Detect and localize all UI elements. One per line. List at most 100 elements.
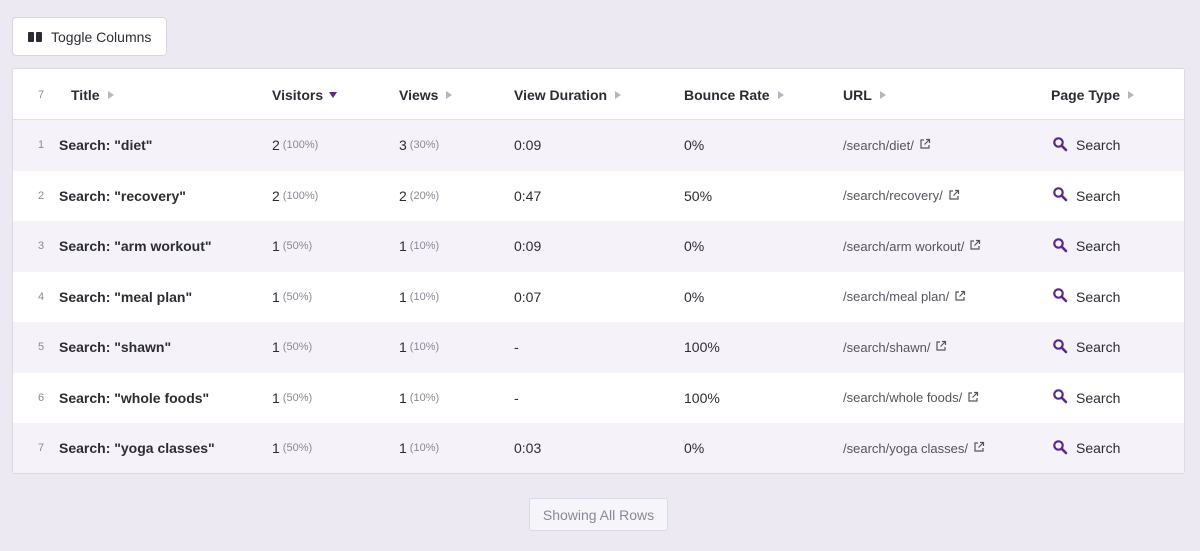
view-duration-cell: -: [514, 389, 519, 406]
views-value: 1: [399, 238, 407, 255]
table-row: 6 Search: "whole foods" 1 (50%) 1 (10%) …: [13, 372, 1184, 424]
page-type-label: Search: [1076, 137, 1121, 154]
views-percent: (10%): [409, 290, 440, 303]
view-duration-cell: -: [514, 339, 519, 356]
search-icon: [1052, 136, 1068, 155]
views-percent: (30%): [409, 139, 440, 152]
visitors-value: 1: [272, 440, 280, 457]
search-icon: [1052, 287, 1068, 306]
view-duration-cell: 0:09: [514, 238, 542, 255]
table-header: 7 Title Visitors Views View Duration Bou…: [13, 69, 1184, 120]
views-cell: 1 (10%): [399, 322, 439, 373]
page-type-cell: Search: [1052, 171, 1120, 222]
header-page-type[interactable]: Page Type: [1051, 69, 1134, 120]
bounce-rate-cell: 0%: [684, 238, 705, 255]
bounce-rate-cell: 0%: [684, 288, 705, 305]
pages-table: 7 Title Visitors Views View Duration Bou…: [12, 68, 1185, 474]
visitors-cell: 1 (50%): [272, 322, 312, 373]
search-icon: [1052, 338, 1068, 357]
header-title-label: Title: [71, 86, 100, 103]
views-percent: (10%): [409, 341, 440, 354]
page-type-cell: Search: [1052, 373, 1120, 424]
views-cell: 1 (10%): [399, 423, 439, 473]
page-type-cell: Search: [1052, 322, 1120, 373]
toggle-columns-button[interactable]: Toggle Columns: [12, 17, 167, 56]
show-all-rows-button[interactable]: Showing All Rows: [529, 498, 668, 531]
row-count: 7: [37, 88, 45, 101]
page-type-cell: Search: [1052, 221, 1120, 272]
external-link-icon[interactable]: [935, 339, 947, 355]
row-title[interactable]: Search: "diet": [59, 120, 152, 171]
view-duration-cell: 0:09: [514, 137, 542, 154]
visitors-value: 1: [272, 288, 280, 305]
visitors-value: 1: [272, 238, 280, 255]
row-title[interactable]: Search: "meal plan": [59, 272, 192, 323]
row-title[interactable]: Search: "yoga classes": [59, 423, 215, 473]
visitors-percent: (50%): [282, 290, 313, 303]
visitors-value: 2: [272, 187, 280, 204]
header-visitors-label: Visitors: [272, 86, 324, 103]
sort-arrow-icon: [615, 90, 622, 99]
views-percent: (10%): [409, 240, 440, 253]
page-type-label: Search: [1076, 440, 1121, 457]
views-cell: 1 (10%): [399, 373, 439, 424]
header-views-label: Views: [399, 86, 439, 103]
table-row: 1 Search: "diet" 2 (100%) 3 (30%) 0:09 0…: [13, 120, 1184, 171]
sort-arrow-icon: [1128, 90, 1134, 99]
views-value: 1: [399, 440, 407, 457]
header-url[interactable]: URL: [843, 69, 886, 120]
header-bounce-rate[interactable]: Bounce Rate: [684, 69, 784, 120]
page-type-cell: Search: [1052, 120, 1120, 171]
views-cell: 2 (20%): [399, 171, 439, 222]
external-link-icon[interactable]: [919, 137, 931, 153]
views-cell: 1 (10%): [399, 272, 439, 323]
header-view-duration[interactable]: View Duration: [514, 69, 622, 120]
external-link-icon[interactable]: [969, 238, 981, 254]
views-value: 1: [399, 288, 407, 305]
bounce-rate-cell: 0%: [684, 440, 705, 457]
row-title[interactable]: Search: "shawn": [59, 322, 171, 373]
header-visitors[interactable]: Visitors: [272, 69, 338, 120]
views-cell: 1 (10%): [399, 221, 439, 272]
sort-arrow-icon: [107, 90, 114, 99]
visitors-cell: 1 (50%): [272, 272, 312, 323]
visitors-value: 1: [272, 389, 280, 406]
page-type-label: Search: [1076, 389, 1121, 406]
table-row: 3 Search: "arm workout" 1 (50%) 1 (10%) …: [13, 221, 1184, 272]
url-cell: /search/meal plan/: [843, 272, 966, 323]
visitors-cell: 1 (50%): [272, 423, 313, 473]
toggle-columns-label: Toggle Columns: [51, 28, 152, 45]
views-value: 2: [399, 187, 407, 204]
views-value: 1: [399, 339, 407, 356]
row-title[interactable]: Search: "recovery": [59, 171, 186, 222]
header-views[interactable]: Views: [399, 69, 453, 120]
search-icon: [1052, 439, 1068, 458]
external-link-icon[interactable]: [973, 440, 985, 456]
header-title[interactable]: Title: [71, 69, 114, 120]
sort-arrow-icon: [777, 90, 784, 99]
external-link-icon[interactable]: [954, 289, 966, 305]
views-percent: (10%): [409, 391, 440, 404]
url-text: /search/meal plan/: [843, 289, 950, 305]
bounce-rate-cell: 100%: [684, 339, 720, 356]
url-text: /search/recovery/: [843, 188, 943, 204]
page-type-label: Search: [1076, 288, 1121, 305]
visitors-percent: (50%): [282, 442, 313, 455]
visitors-percent: (100%): [282, 139, 319, 152]
page-type-label: Search: [1076, 238, 1121, 255]
url-cell: /search/shawn/: [843, 322, 947, 373]
url-text: /search/diet/: [843, 137, 914, 153]
views-percent: (20%): [409, 189, 440, 202]
views-cell: 3 (30%): [399, 120, 439, 171]
visitors-percent: (100%): [282, 189, 319, 202]
views-value: 3: [399, 137, 407, 154]
external-link-icon[interactable]: [948, 188, 960, 204]
row-title[interactable]: Search: "whole foods": [59, 373, 209, 424]
url-text: /search/arm workout/: [843, 238, 965, 254]
header-bounce-rate-label: Bounce Rate: [684, 86, 770, 103]
page-type-cell: Search: [1052, 272, 1120, 323]
url-cell: /search/recovery/: [843, 171, 960, 222]
row-title[interactable]: Search: "arm workout": [59, 221, 212, 272]
external-link-icon[interactable]: [967, 390, 979, 406]
sort-desc-icon: [329, 91, 338, 98]
